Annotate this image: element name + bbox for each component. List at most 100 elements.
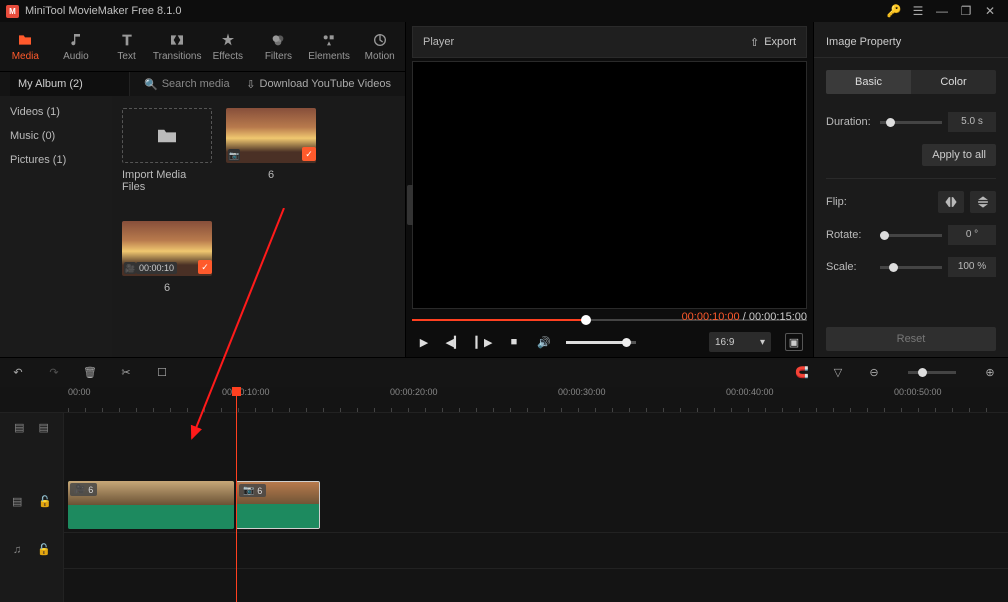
filters-icon bbox=[270, 32, 286, 48]
duration-slider[interactable] bbox=[880, 121, 942, 124]
panel-collapse-handle[interactable] bbox=[407, 185, 413, 225]
rotate-slider[interactable] bbox=[880, 234, 942, 237]
track-header[interactable]: ▤ ▤ bbox=[0, 413, 63, 441]
scale-slider[interactable] bbox=[880, 266, 942, 269]
player-header: Player ⇧ Export bbox=[412, 26, 807, 58]
property-panel: Image Property Basic Color Duration: 5.0… bbox=[813, 22, 1008, 357]
crop-button[interactable]: ☐ bbox=[154, 365, 170, 381]
reset-button[interactable]: Reset bbox=[826, 327, 996, 351]
next-frame-button[interactable]: ▎▶ bbox=[476, 334, 492, 350]
timeline-clip-image[interactable]: 📷6 bbox=[236, 481, 320, 529]
timeline-ruler[interactable]: 00:0000:00:10:0000:00:20:0000:00:30:0000… bbox=[0, 387, 1008, 413]
flip-label: Flip: bbox=[826, 196, 874, 208]
media-item-picture[interactable]: 📷 ✓ 6 bbox=[226, 108, 316, 193]
audio-track-header[interactable]: ♫ 🔓 bbox=[0, 543, 64, 556]
current-time: 00:00:10:00 bbox=[682, 311, 740, 323]
maximize-button[interactable]: ❐ bbox=[954, 4, 978, 18]
video-icon: 🎥 bbox=[74, 484, 85, 495]
activate-icon[interactable]: 🔑 bbox=[882, 4, 906, 18]
menu-icon[interactable]: ☰ bbox=[906, 4, 930, 18]
aspect-ratio-select[interactable]: 16:9 ▾ bbox=[709, 332, 771, 352]
magnet-toggle[interactable]: 🧲 bbox=[794, 365, 810, 381]
stack-icon: ▤ bbox=[39, 421, 49, 434]
tab-media[interactable]: Media bbox=[0, 22, 51, 71]
total-time: 00:00:15:00 bbox=[749, 311, 807, 323]
prop-tab-color[interactable]: Color bbox=[911, 70, 996, 94]
tab-label: Media bbox=[12, 51, 39, 62]
fullscreen-button[interactable]: ▣ bbox=[785, 333, 803, 351]
media-item-label: 6 bbox=[268, 169, 274, 181]
picture-icon: 📷 bbox=[228, 149, 240, 161]
zoom-slider[interactable] bbox=[908, 371, 956, 374]
tab-effects[interactable]: Effects bbox=[203, 22, 254, 71]
export-button[interactable]: ⇧ Export bbox=[750, 36, 796, 49]
timeline-clip-video[interactable]: 🎥6 bbox=[68, 481, 234, 529]
rotate-value[interactable]: 0 ° bbox=[948, 225, 996, 245]
search-placeholder: Search media bbox=[162, 78, 230, 90]
delete-button[interactable]: 🗑 bbox=[82, 365, 98, 381]
download-label: Download YouTube Videos bbox=[260, 78, 392, 90]
playback-track[interactable]: 00:00:10:00 / 00:00:15:00 bbox=[412, 313, 807, 327]
video-track[interactable]: 🎥6 📷6 bbox=[64, 477, 1008, 533]
album-label[interactable]: My Album (2) bbox=[10, 72, 130, 96]
tab-motion[interactable]: Motion bbox=[354, 22, 405, 71]
duration-value[interactable]: 5.0 s bbox=[948, 112, 996, 132]
audio-track[interactable] bbox=[64, 537, 1008, 569]
flip-horizontal-button[interactable] bbox=[938, 191, 964, 213]
volume-slider[interactable] bbox=[566, 341, 636, 344]
tab-label: Text bbox=[117, 51, 135, 62]
video-track-header[interactable]: ▤ 🔓 bbox=[0, 495, 64, 508]
download-youtube[interactable]: ⇩ Download YouTube Videos bbox=[246, 78, 395, 91]
app-icon: M bbox=[6, 5, 19, 18]
sidebar-item-music[interactable]: Music (0) bbox=[0, 124, 112, 148]
folder-icon bbox=[17, 32, 33, 48]
tab-label: Audio bbox=[63, 51, 89, 62]
scale-value[interactable]: 100 % bbox=[948, 257, 996, 277]
apply-to-all-button[interactable]: Apply to all bbox=[922, 144, 996, 166]
tab-transitions[interactable]: Transitions bbox=[152, 22, 203, 71]
flip-vertical-button[interactable] bbox=[970, 191, 996, 213]
player-panel: Player ⇧ Export 00:00:10:00 / 00:00:15:0… bbox=[405, 22, 813, 357]
sidebar-item-pictures[interactable]: Pictures (1) bbox=[0, 148, 112, 172]
redo-button[interactable]: ↷ bbox=[46, 365, 62, 381]
volume-icon[interactable]: 🔊 bbox=[536, 334, 552, 350]
close-button[interactable]: ✕ bbox=[978, 4, 1002, 18]
play-button[interactable]: ▶ bbox=[416, 334, 432, 350]
search-icon: 🔍 bbox=[144, 78, 158, 91]
playhead[interactable] bbox=[236, 387, 237, 602]
aspect-value: 16:9 bbox=[715, 337, 734, 348]
stack-icon: ▤ bbox=[14, 421, 24, 434]
zoom-out-button[interactable]: ⊖ bbox=[866, 365, 882, 381]
flip-h-icon bbox=[944, 195, 958, 209]
tab-text[interactable]: Text bbox=[101, 22, 152, 71]
prop-tab-basic[interactable]: Basic bbox=[826, 70, 911, 94]
split-button[interactable]: ✂ bbox=[118, 365, 134, 381]
prev-frame-button[interactable]: ◀▎ bbox=[446, 334, 462, 350]
zoom-in-button[interactable]: ⊕ bbox=[982, 365, 998, 381]
tab-filters[interactable]: Filters bbox=[253, 22, 304, 71]
sidebar-item-videos[interactable]: Videos (1) bbox=[0, 100, 112, 124]
window-title: MiniTool MovieMaker Free 8.1.0 bbox=[25, 5, 182, 17]
timeline[interactable]: 00:0000:00:10:0000:00:20:0000:00:30:0000… bbox=[0, 387, 1008, 602]
transitions-icon bbox=[169, 32, 185, 48]
duration-label: Duration: bbox=[826, 116, 874, 128]
media-item-video[interactable]: 🎥 00:00:10 ✓ 6 bbox=[122, 221, 212, 294]
minimize-button[interactable]: — bbox=[930, 4, 954, 18]
marker-button[interactable]: ▽ bbox=[830, 365, 846, 381]
stop-button[interactable]: ■ bbox=[506, 334, 522, 350]
scale-label: Scale: bbox=[826, 261, 874, 273]
tab-label: Elements bbox=[308, 51, 350, 62]
audio-track-icon: ♫ bbox=[13, 544, 21, 556]
media-item-label: 6 bbox=[164, 282, 170, 294]
preview-area[interactable] bbox=[412, 61, 807, 309]
media-panel: Media Audio Text Transitions Effects Fil… bbox=[0, 22, 405, 357]
undo-button[interactable]: ↶ bbox=[10, 365, 26, 381]
tab-audio[interactable]: Audio bbox=[51, 22, 102, 71]
import-media[interactable]: Import Media Files bbox=[122, 108, 212, 193]
export-label: Export bbox=[764, 36, 796, 48]
tab-label: Transitions bbox=[153, 51, 202, 62]
search-media[interactable]: 🔍 Search media bbox=[138, 78, 238, 91]
tab-elements[interactable]: Elements bbox=[304, 22, 355, 71]
player-title: Player bbox=[423, 36, 454, 48]
download-icon: ⇩ bbox=[246, 78, 255, 91]
